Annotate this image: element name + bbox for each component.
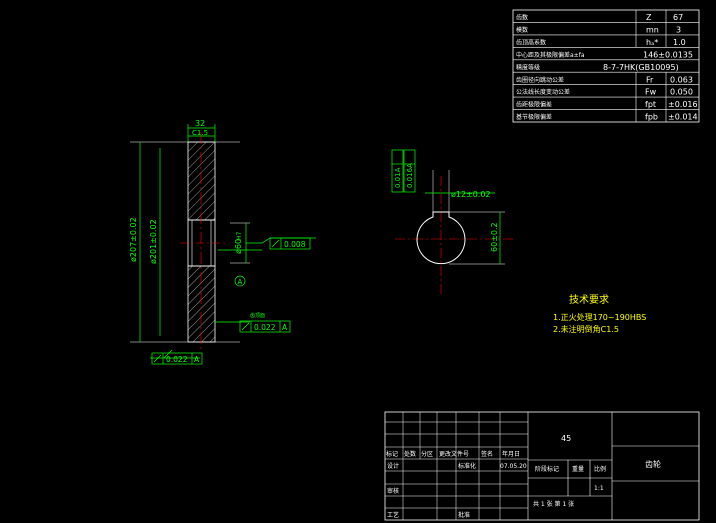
runout-side-frame: 0.008 <box>269 237 311 250</box>
runout-face-value: 0.022 <box>254 323 276 332</box>
dim-width-top: 32 <box>195 119 205 128</box>
dim-outer-diameter: ø207±0.02 <box>129 217 138 262</box>
param-name-4: 精度等级 <box>516 63 540 71</box>
param-sym-1: mn <box>646 26 659 35</box>
param-sym-0: Z <box>646 13 652 22</box>
small-note: 齿顶面 <box>250 313 265 319</box>
param-sym-6: Fw <box>645 88 657 97</box>
datum-label: A <box>238 278 243 286</box>
param-sym-8: fpb <box>645 113 658 122</box>
row-standard: 标准化 <box>458 462 476 470</box>
param-name-7: 齿距极限偏差 <box>516 101 552 109</box>
runout-face-ref: A <box>282 323 288 332</box>
dim-keyway-width: ø12±0.02 <box>451 190 491 199</box>
gear-parameter-table: 齿数 Z 67 模数 mn 3 齿顶高系数 hₐ* 1.0 中心距及其极限偏差a… <box>512 9 700 123</box>
tech-item-1: 1.正火处理170~190HBS <box>553 312 646 322</box>
dim-chamfer-top: C1.5 <box>192 129 208 137</box>
param-name-0: 齿数 <box>516 14 528 22</box>
param-val-2: 1.0 <box>673 38 686 47</box>
tech-title: 技术要求 <box>569 293 609 306</box>
param-val-6: 0.050 <box>670 88 693 97</box>
param-name-6: 公法线长度变动公差 <box>516 88 570 96</box>
dim-bore-diameter: ø60 <box>234 239 243 254</box>
gear-section-view <box>130 132 250 352</box>
runout-side-value: 0.008 <box>284 240 306 249</box>
technical-requirements: 技术要求 1.正火处理170~190HBS 2.未注明倒角C1.5 <box>553 293 646 334</box>
row-design: 设计 <box>387 462 399 470</box>
scale-label: 比例 <box>594 465 606 473</box>
param-val-1: 3 <box>676 26 681 35</box>
param-sym-5: Fr <box>646 75 654 84</box>
material: 45 <box>561 434 571 443</box>
title-block: 45 齿轮 标记 处数 分区 更改文件号 签名 年月日 设计 标准化 07.05… <box>384 411 700 521</box>
row-approve: 批准 <box>458 511 470 519</box>
runout-bottom-value: 0.022 <box>166 355 188 364</box>
row-check: 审核 <box>387 487 399 495</box>
row-process: 工艺 <box>387 511 399 519</box>
tech-item-2: 2.未注明倒角C1.5 <box>553 324 619 334</box>
runout-bottom-ref: A <box>194 355 200 364</box>
hdr-count: 处数 <box>404 450 416 458</box>
sheet-count: 共 1 张 第 1 张 <box>533 500 574 508</box>
runout-face-frame: 0.022 A 齿顶面 <box>239 313 291 333</box>
weight-label: 重量 <box>572 465 584 473</box>
param-sym-7: fpt <box>645 100 656 109</box>
param-name-1: 模数 <box>516 26 528 34</box>
hdr-mark: 标记 <box>386 450 398 458</box>
param-val-8: ±0.014 <box>668 113 698 122</box>
param-name-8: 基节极限偏差 <box>516 113 552 121</box>
param-name-2: 齿顶高系数 <box>516 38 546 46</box>
param-val-4: 8-7-7HK(GB10095) <box>603 63 679 72</box>
cad-drawing: 齿数 Z 67 模数 mn 3 齿顶高系数 hₐ* 1.0 中心距及其极限偏差a… <box>129 9 700 521</box>
param-val-3: 146±0.0135 <box>643 50 693 59</box>
param-val-5: 0.063 <box>670 75 693 84</box>
param-val-0: 67 <box>673 13 683 22</box>
hdr-date: 年月日 <box>502 450 520 458</box>
param-val-7: ±0.016 <box>668 100 698 109</box>
dim-pitch-diameter: ø201±0.02 <box>149 219 158 264</box>
part-name: 齿轮 <box>645 459 661 469</box>
scale-value: 1:1 <box>594 485 604 492</box>
dim-bore-fit: H7 <box>236 231 243 240</box>
runout-bottom-frame: 0.022 A <box>151 352 203 365</box>
dim-keyway-depth: 60±0.2 <box>490 222 499 252</box>
param-name-3: 中心距及其极限偏差a±fa <box>516 51 585 59</box>
keyway-tol-b: 0.016A <box>406 163 414 188</box>
stage-mark: 阶段标记 <box>535 465 559 473</box>
hdr-change-doc: 更改文件号 <box>439 450 469 458</box>
param-name-5: 齿圈径向跳动公差 <box>516 76 564 84</box>
hdr-zone: 分区 <box>421 450 433 458</box>
param-sym-2: hₐ* <box>646 38 658 47</box>
keyway-tol-a: 0.01A <box>394 167 402 188</box>
row-date: 07.05.20 <box>500 463 527 470</box>
hdr-sign: 签名 <box>481 450 493 458</box>
